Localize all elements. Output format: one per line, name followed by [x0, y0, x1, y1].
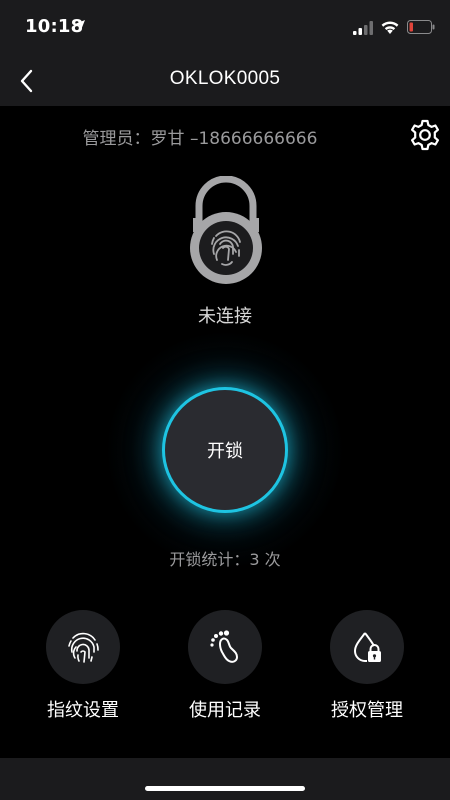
- fingerprint-settings-label: 指纹设置: [47, 700, 119, 721]
- gear-icon[interactable]: [408, 118, 442, 152]
- home-indicator[interactable]: [145, 786, 305, 791]
- unlock-count: 开锁统计：3 次: [169, 550, 281, 569]
- bottom-bar: [0, 758, 450, 800]
- connection-status: 未连接: [198, 306, 252, 327]
- battery-icon: [407, 20, 435, 34]
- location-arrow-icon: [75, 20, 85, 30]
- admin-info: 管理员：罗甘 –18666666666: [82, 129, 318, 149]
- navigation-bar: OKLOK0005: [0, 56, 450, 106]
- unlock-button[interactable]: 开锁: [162, 387, 288, 513]
- authorization-management-button[interactable]: 授权管理: [312, 610, 422, 722]
- usage-records-button[interactable]: 使用记录: [170, 610, 280, 722]
- status-bar: 10:18: [0, 0, 450, 56]
- cellular-signal-icon: [353, 21, 373, 35]
- authorization-management-circle: [330, 610, 404, 684]
- fingerprint-settings-circle: [46, 610, 120, 684]
- fingerprint-settings-button[interactable]: 指纹设置: [28, 610, 138, 722]
- wifi-icon: [381, 21, 399, 34]
- fingerprint-icon: [68, 632, 99, 663]
- usage-records-label: 使用记录: [189, 700, 261, 721]
- drop-lock-icon: [353, 632, 381, 662]
- unlock-button-label: 开锁: [207, 441, 243, 462]
- footprint-icon: [210, 630, 239, 663]
- fingerprint-padlock-icon: [190, 176, 262, 284]
- page-title: OKLOK0005: [169, 68, 281, 89]
- usage-records-circle: [188, 610, 262, 684]
- authorization-management-label: 授权管理: [331, 700, 403, 721]
